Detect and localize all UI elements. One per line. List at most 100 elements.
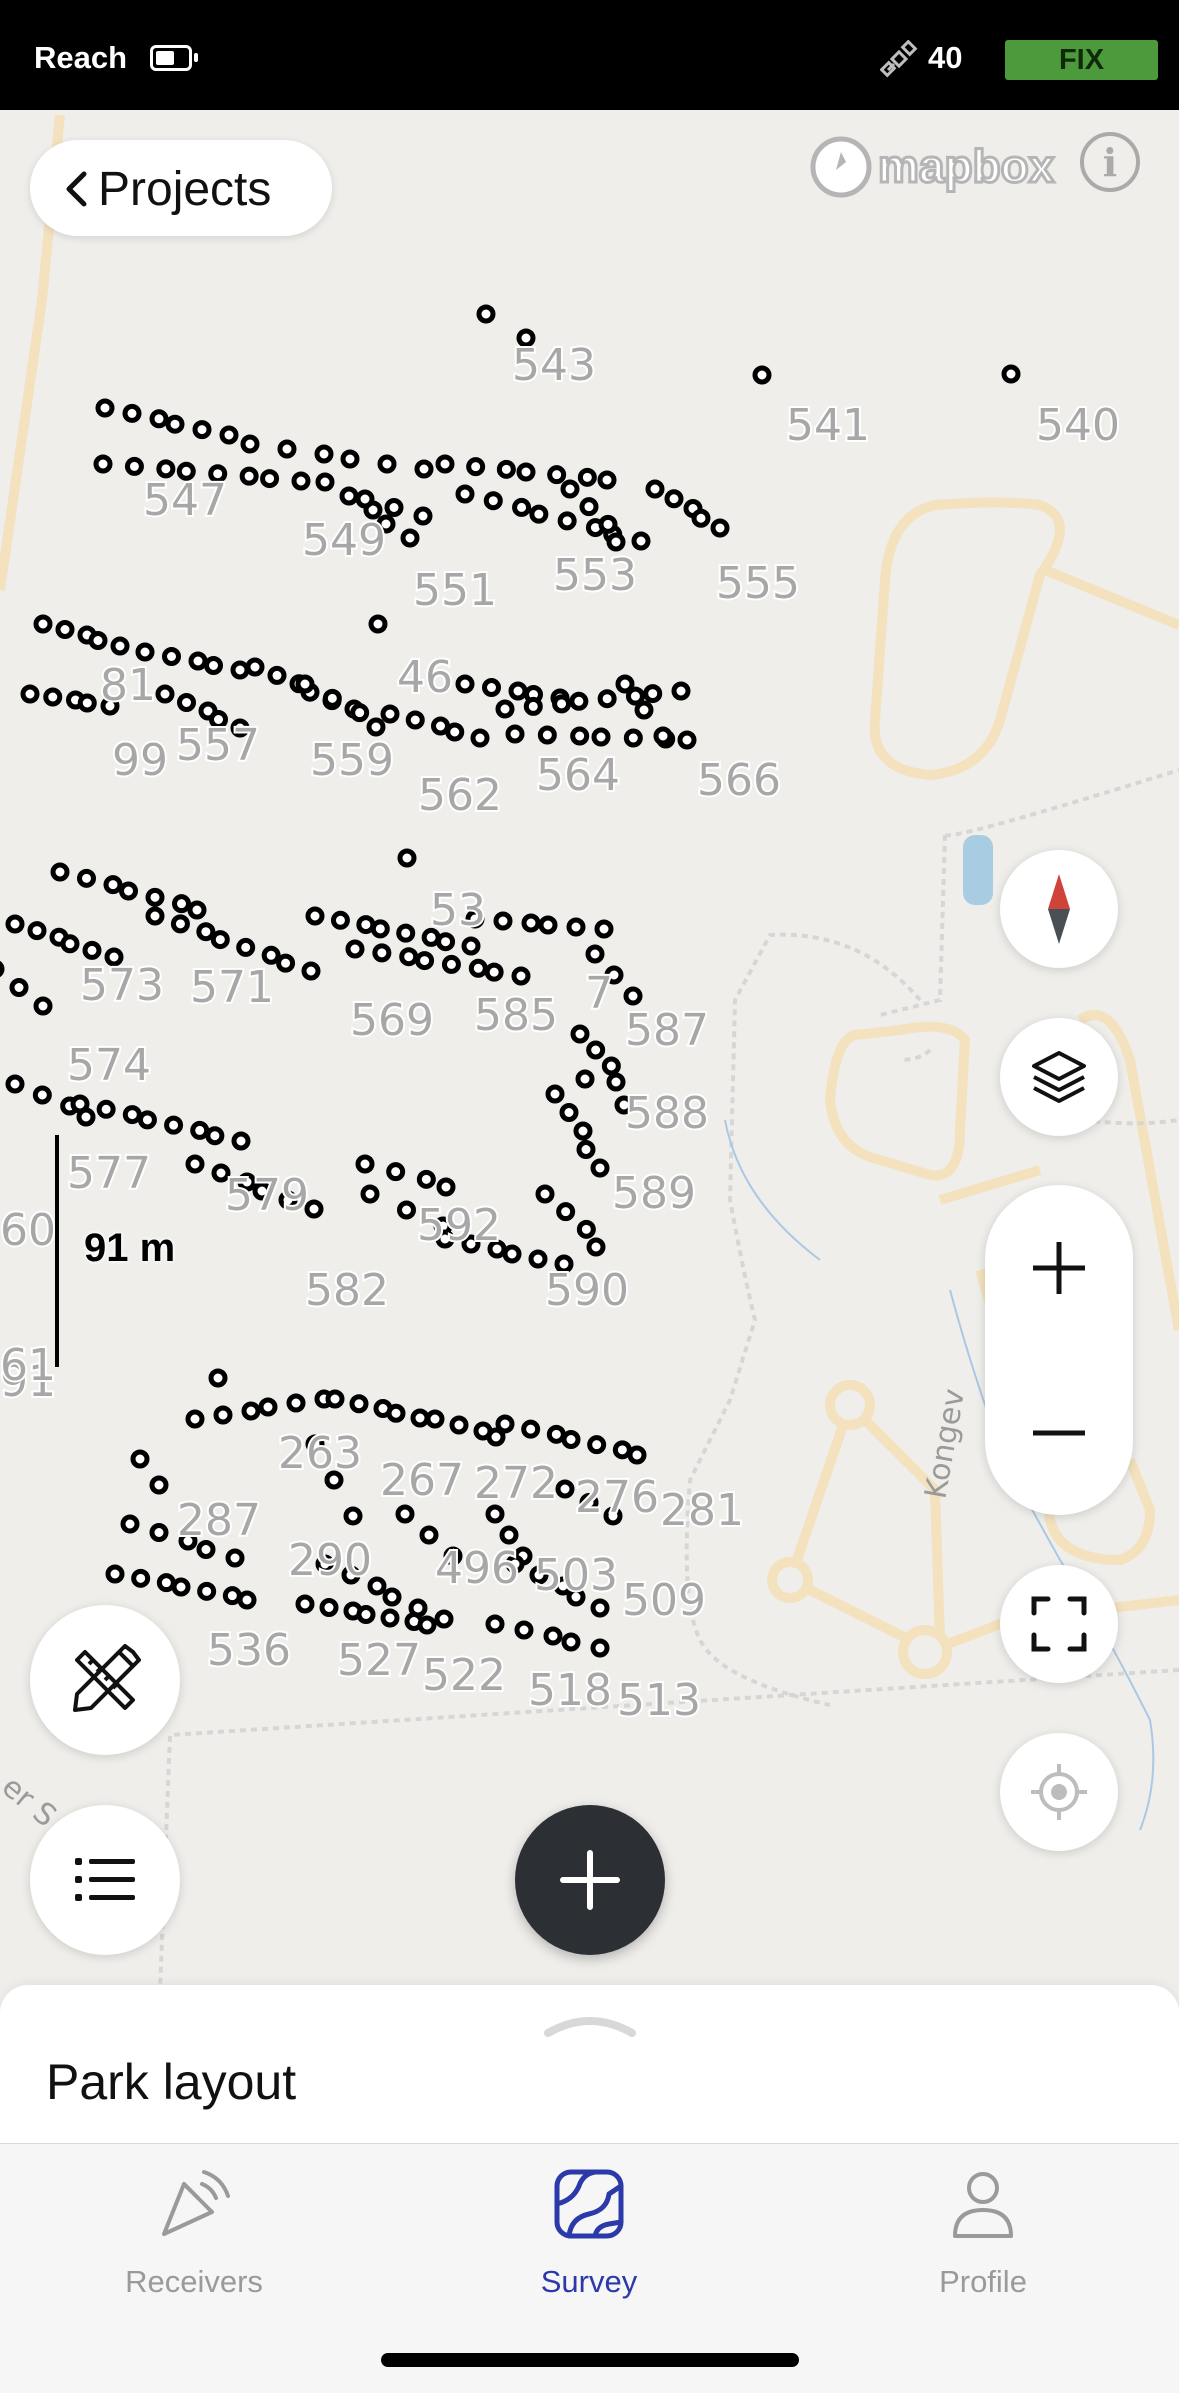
survey-point[interactable] xyxy=(523,696,543,716)
survey-point[interactable] xyxy=(50,862,70,882)
survey-point[interactable] xyxy=(455,484,475,504)
survey-point[interactable] xyxy=(623,986,643,1006)
survey-point[interactable] xyxy=(543,1626,563,1646)
survey-point[interactable] xyxy=(482,678,501,697)
survey-point[interactable] xyxy=(230,660,250,680)
mapbox-logo[interactable]: mapbox xyxy=(808,132,1068,202)
survey-point[interactable] xyxy=(119,881,138,901)
survey-point[interactable] xyxy=(340,449,360,469)
survey-point[interactable] xyxy=(545,1084,565,1104)
survey-point[interactable] xyxy=(149,1475,169,1495)
survey-point[interactable] xyxy=(190,1120,210,1140)
survey-point[interactable] xyxy=(415,951,435,971)
compass-button[interactable] xyxy=(1000,850,1118,968)
survey-point[interactable] xyxy=(590,1158,610,1178)
survey-point[interactable] xyxy=(367,1576,387,1596)
survey-point[interactable] xyxy=(304,1199,324,1219)
survey-point[interactable] xyxy=(598,514,618,534)
survey-point[interactable] xyxy=(710,518,730,538)
survey-point[interactable] xyxy=(96,1099,116,1119)
survey-point[interactable] xyxy=(208,1368,228,1388)
survey-point[interactable] xyxy=(149,409,169,429)
survey-point[interactable] xyxy=(210,930,230,950)
survey-point[interactable] xyxy=(350,703,370,723)
survey-point[interactable] xyxy=(461,936,481,956)
survey-point[interactable] xyxy=(231,1131,251,1151)
survey-point[interactable] xyxy=(261,945,281,965)
survey-point[interactable] xyxy=(441,954,461,974)
survey-point[interactable] xyxy=(5,1074,25,1094)
survey-point[interactable] xyxy=(397,1200,416,1220)
survey-point[interactable] xyxy=(305,906,325,926)
survey-point[interactable] xyxy=(664,489,684,509)
map-canvas[interactable]: Kongev er S 543541 540547549551 553 55581 46… xyxy=(0,110,1179,1990)
survey-point[interactable] xyxy=(585,944,605,964)
survey-point[interactable] xyxy=(559,1103,579,1122)
survey-point[interactable] xyxy=(386,1403,406,1423)
survey-point[interactable] xyxy=(380,704,400,724)
survey-point[interactable] xyxy=(631,531,651,551)
tools-button[interactable] xyxy=(30,1605,180,1755)
survey-point[interactable] xyxy=(597,689,617,709)
list-button[interactable] xyxy=(30,1805,180,1955)
survey-point[interactable] xyxy=(185,1154,205,1174)
survey-point[interactable] xyxy=(33,996,53,1016)
survey-point[interactable] xyxy=(156,459,176,479)
survey-point[interactable] xyxy=(356,1605,376,1624)
survey-point[interactable] xyxy=(88,631,108,650)
survey-point[interactable] xyxy=(258,1397,278,1417)
survey-point[interactable] xyxy=(570,726,590,746)
survey-point[interactable] xyxy=(514,1620,534,1640)
survey-point[interactable] xyxy=(122,1105,142,1125)
survey-point[interactable] xyxy=(512,497,532,517)
survey-point[interactable] xyxy=(205,1126,225,1146)
survey-point[interactable] xyxy=(590,1638,610,1658)
survey-point[interactable] xyxy=(560,479,580,499)
survey-point[interactable] xyxy=(137,1110,157,1130)
survey-point[interactable] xyxy=(597,470,617,490)
survey-point[interactable] xyxy=(587,1435,607,1455)
survey-point[interactable] xyxy=(436,1177,456,1197)
survey-point[interactable] xyxy=(245,657,265,677)
survey-point[interactable] xyxy=(557,511,577,531)
survey-point[interactable] xyxy=(156,1573,176,1593)
survey-point[interactable] xyxy=(95,398,115,418)
survey-point[interactable] xyxy=(355,1154,375,1174)
survey-point[interactable] xyxy=(225,1548,245,1568)
survey-point[interactable] xyxy=(586,1040,606,1060)
survey-point[interactable] xyxy=(470,728,490,748)
survey-point[interactable] xyxy=(468,958,488,978)
survey-point[interactable] xyxy=(43,687,63,707)
tab-receivers[interactable]: Receivers xyxy=(64,2164,324,2304)
fullscreen-button[interactable] xyxy=(1000,1565,1118,1683)
survey-point[interactable] xyxy=(499,1525,519,1545)
survey-point[interactable] xyxy=(267,665,287,685)
survey-point[interactable] xyxy=(355,489,375,509)
survey-point[interactable] xyxy=(516,462,536,482)
survey-point[interactable] xyxy=(55,620,75,639)
survey-point[interactable] xyxy=(33,614,53,634)
survey-point[interactable] xyxy=(570,1024,590,1044)
survey-point[interactable] xyxy=(319,1598,339,1617)
survey-point[interactable] xyxy=(241,1401,261,1421)
survey-point[interactable] xyxy=(9,978,29,997)
survey-point[interactable] xyxy=(653,726,673,746)
survey-point[interactable] xyxy=(484,962,504,982)
projects-back-button[interactable]: Projects xyxy=(30,140,332,236)
bottom-sheet[interactable]: Park layout xyxy=(0,1985,1179,2145)
survey-point[interactable] xyxy=(645,479,665,499)
survey-point[interactable] xyxy=(414,459,434,479)
survey-point[interactable] xyxy=(171,1577,191,1597)
survey-point[interactable] xyxy=(425,1409,445,1429)
survey-point[interactable] xyxy=(93,454,113,474)
survey-point[interactable] xyxy=(286,1393,306,1413)
survey-point[interactable] xyxy=(339,486,359,506)
survey-point[interactable] xyxy=(192,420,212,440)
survey-point[interactable] xyxy=(521,913,541,933)
survey-point[interactable] xyxy=(395,1504,415,1524)
survey-point[interactable] xyxy=(368,614,388,634)
survey-point[interactable] xyxy=(172,894,191,914)
survey-point[interactable] xyxy=(623,728,643,748)
survey-point[interactable] xyxy=(185,1409,205,1429)
survey-point[interactable] xyxy=(434,1609,454,1629)
